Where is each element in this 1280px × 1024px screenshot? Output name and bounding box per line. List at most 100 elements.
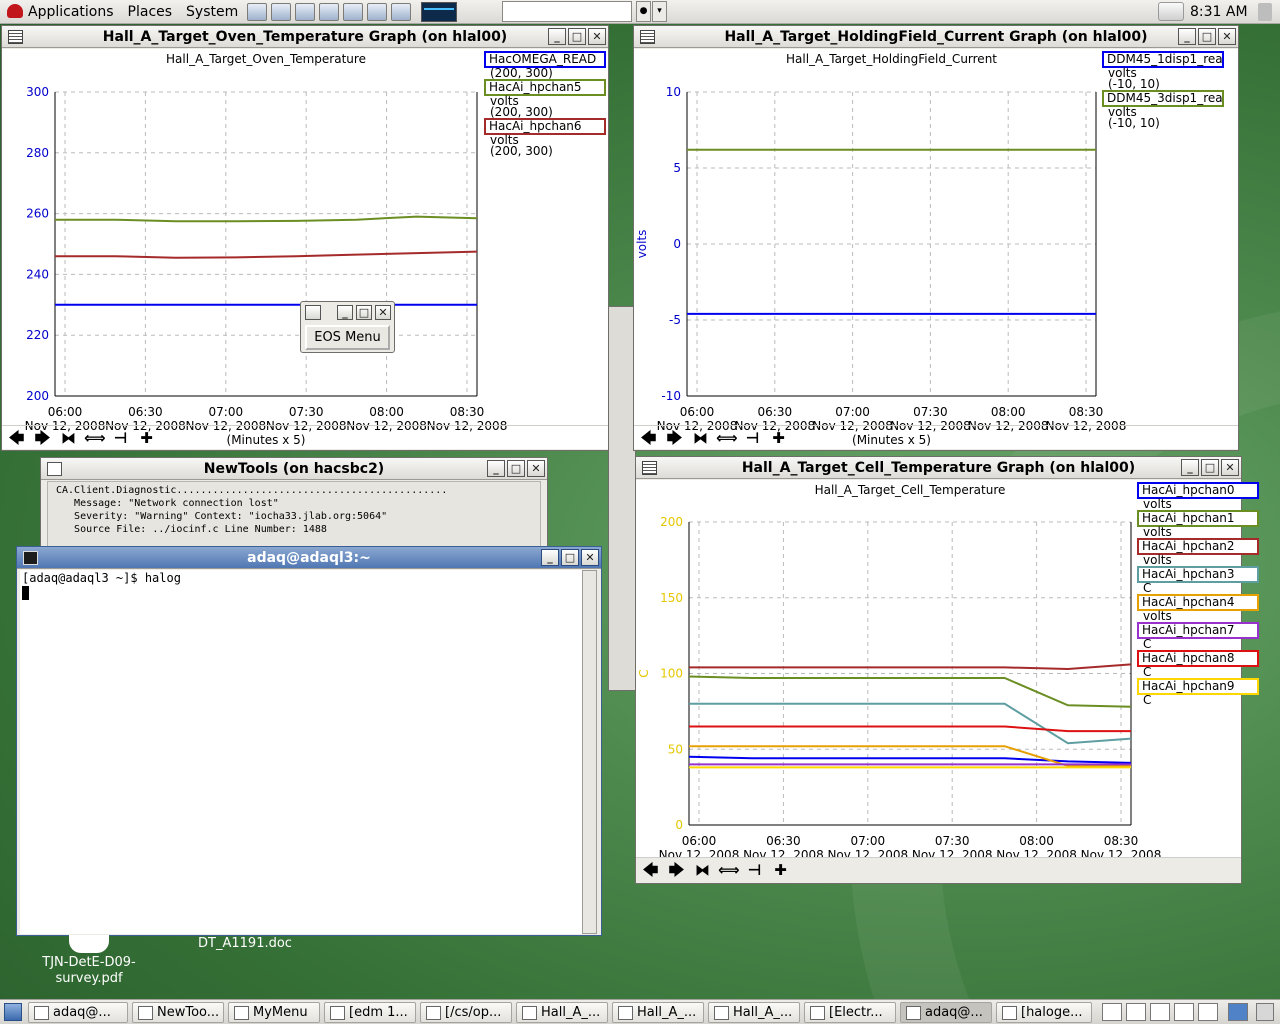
system-menu[interactable]: System (179, 0, 245, 24)
terminal-output[interactable]: [adaq@adaql3 ~]$ halog (20, 570, 584, 934)
pdf-file-icon[interactable]: TJN-DetE-D09-survey.pdf (30, 935, 148, 987)
close-button[interactable]: ✕ (527, 460, 545, 477)
taskbar-button[interactable]: adaq@... (900, 1001, 992, 1023)
close-button[interactable]: ✕ (1218, 28, 1236, 45)
legend-entry[interactable]: HacAi_hpchan8 C (1137, 650, 1259, 678)
applications-menu[interactable]: Applications (0, 0, 121, 24)
zoom-in-time-icon[interactable]: ⧓ (690, 428, 711, 448)
minimize-button[interactable]: _ (1181, 459, 1199, 476)
presentation-launcher-icon[interactable] (343, 2, 364, 21)
terminal-launcher-icon[interactable] (247, 2, 268, 21)
scroll-right-icon[interactable]: 🡆 (32, 428, 53, 448)
minimize-button[interactable]: _ (1178, 28, 1196, 45)
maximize-button[interactable]: □ (356, 305, 372, 320)
taskbar-button[interactable]: [Electr... (804, 1001, 896, 1023)
workspace-3[interactable] (1150, 1003, 1170, 1021)
panel-dropdown-button[interactable]: ▾ (652, 1, 667, 22)
doc-file-icon[interactable]: DT_A1191.doc (190, 936, 300, 952)
maximize-button[interactable]: □ (507, 460, 525, 477)
taskbar-button[interactable]: Hall_A_... (708, 1001, 800, 1023)
minimize-button[interactable]: _ (548, 28, 566, 45)
zoom-out-time-icon[interactable]: ⟺ (84, 428, 106, 448)
close-button[interactable]: ✕ (588, 28, 606, 45)
clock[interactable]: 8:31 AM (1190, 0, 1248, 24)
close-button[interactable]: ✕ (1221, 459, 1239, 476)
holding-plot-area[interactable]: Hall_A_Target_HoldingField_Current -10 -5 0… (634, 49, 1238, 449)
taskbar-button[interactable]: [/cs/op... (420, 1001, 512, 1023)
maximize-button[interactable]: □ (1201, 459, 1219, 476)
workspace-active[interactable] (1228, 1003, 1248, 1021)
taskbar-button[interactable]: adaq@... (28, 1001, 128, 1023)
legend-entry[interactable]: HacAi_hpchan9 C (1137, 678, 1259, 706)
oven-plot-area[interactable]: Hall_A_Target_Oven_Temperature 200 220 240 2… (2, 49, 608, 449)
maximize-button[interactable]: □ (1198, 28, 1216, 45)
scroll-left-icon[interactable]: 🡄 (638, 428, 659, 448)
title-bar[interactable]: Hall_A_Target_HoldingField_Current Graph… (634, 26, 1238, 48)
browser-launcher-icon[interactable] (271, 2, 292, 21)
maximize-button[interactable]: □ (561, 549, 579, 566)
title-bar[interactable]: adaq@adaql3:~ _ □ ✕ (17, 547, 601, 569)
cell-plot-area[interactable]: Hall_A_Target_Cell_Temperature 0 50 100 150 2… (636, 480, 1259, 857)
minimize-button[interactable]: _ (487, 460, 505, 477)
scroll-right-icon[interactable]: 🡆 (664, 428, 685, 448)
title-bar[interactable]: NewTools (on hacsbc2) _ □ ✕ (41, 458, 547, 480)
align-right-icon[interactable]: ⊣ (744, 860, 765, 880)
legend-entry[interactable]: DDM45_3disp1_read volts (-10, 10) (1102, 90, 1224, 129)
taskbar-button[interactable]: [haloge... (996, 1001, 1092, 1023)
window-menu-icon[interactable] (642, 461, 657, 475)
panel-dot-button[interactable]: ● (636, 1, 651, 22)
terminal-icon[interactable] (23, 551, 38, 565)
window-menu-icon[interactable] (47, 462, 62, 476)
printer-tray-icon[interactable] (1158, 2, 1184, 21)
legend-entry[interactable]: HacAi_hpchan7 C (1137, 622, 1259, 650)
notes-launcher-icon[interactable] (391, 2, 412, 21)
taskbar-button[interactable]: Hall_A_... (516, 1001, 608, 1023)
taskbar-button[interactable]: [edm 1... (324, 1001, 416, 1023)
window-menu-icon[interactable] (8, 30, 23, 44)
terminal-scrollbar[interactable] (582, 570, 597, 934)
legend-entry[interactable]: HacAi_hpchan1 volts (1137, 510, 1259, 538)
taskbar-button[interactable]: MyMenu (228, 1001, 320, 1023)
add-pv-icon[interactable]: ✚ (768, 428, 789, 448)
volume-icon[interactable] (1258, 3, 1272, 21)
window-menu-icon[interactable] (305, 305, 321, 320)
legend-entry[interactable]: HacAi_hpchan4 volts (1137, 594, 1259, 622)
legend-entry[interactable]: HacAi_hpchan0 volts (1137, 482, 1259, 510)
close-button[interactable]: ✕ (375, 305, 391, 320)
close-button[interactable]: ✕ (581, 549, 599, 566)
trash-icon[interactable] (1256, 1003, 1274, 1021)
editor-launcher-icon[interactable] (319, 2, 340, 21)
legend-entry[interactable]: HacAi_hpchan2 volts (1137, 538, 1259, 566)
align-right-icon[interactable]: ⊣ (110, 428, 131, 448)
scroll-left-icon[interactable]: 🡄 (640, 860, 661, 880)
mail-launcher-icon[interactable] (295, 2, 316, 21)
title-bar[interactable]: Hall_A_Target_Oven_Temperature Graph (on… (2, 26, 608, 48)
align-right-icon[interactable]: ⊣ (742, 428, 763, 448)
zoom-out-time-icon[interactable]: ⟺ (716, 428, 738, 448)
legend-entry[interactable]: HacAi_hpchan3 C (1137, 566, 1259, 594)
legend-entry[interactable]: DDM45_1disp1_read volts (-10, 10) (1102, 51, 1224, 90)
workspace-4[interactable] (1174, 1003, 1194, 1021)
eos-menu-button[interactable]: EOS Menu (305, 325, 390, 350)
minimize-button[interactable]: _ (337, 305, 353, 320)
panel-command-input[interactable] (502, 1, 632, 22)
hat-launcher-icon[interactable] (367, 2, 388, 21)
window-menu-icon[interactable] (640, 30, 655, 44)
scroll-right-icon[interactable]: 🡆 (666, 860, 687, 880)
zoom-in-time-icon[interactable]: ⧓ (692, 860, 713, 880)
minimize-button[interactable]: _ (541, 549, 559, 566)
scroll-left-icon[interactable]: 🡄 (6, 428, 27, 448)
system-monitor-icon[interactable] (421, 1, 458, 22)
legend-entry[interactable]: HacAi_hpchan6 volts (200, 300) (484, 118, 606, 157)
zoom-out-time-icon[interactable]: ⟺ (718, 860, 740, 880)
maximize-button[interactable]: □ (568, 28, 586, 45)
legend-entry[interactable]: HacAi_hpchan5 volts (200, 300) (484, 79, 606, 118)
workspace-5[interactable] (1198, 1003, 1218, 1021)
add-pv-icon[interactable]: ✚ (770, 860, 791, 880)
add-pv-icon[interactable]: ✚ (136, 428, 157, 448)
show-desktop-icon[interactable] (4, 1003, 22, 1021)
taskbar-button[interactable]: Hall_A_... (612, 1001, 704, 1023)
title-bar[interactable]: Hall_A_Target_Cell_Temperature Graph (on… (636, 457, 1241, 479)
zoom-in-time-icon[interactable]: ⧓ (58, 428, 79, 448)
workspace-1[interactable] (1102, 1003, 1122, 1021)
